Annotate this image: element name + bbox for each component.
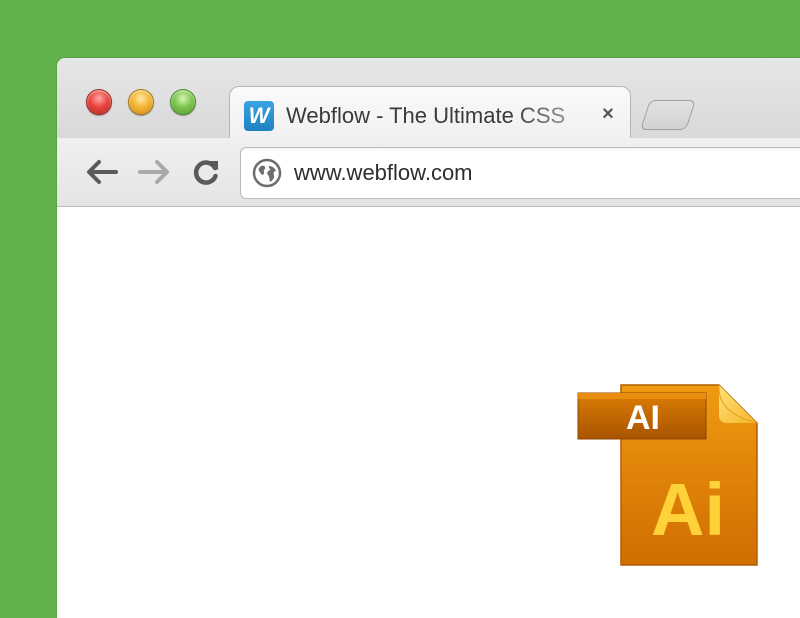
globe-icon [252,158,282,188]
tab-title: Webflow - The Ultimate CSS [286,103,566,128]
address-bar[interactable]: www.webflow.com [240,147,800,199]
arrow-right-icon [138,160,169,184]
tab-close-icon[interactable]: × [597,103,619,125]
url-text: www.webflow.com [294,160,473,185]
webflow-favicon-icon: W [244,101,274,131]
minimize-window-button[interactable] [128,89,154,115]
reload-icon [193,160,218,185]
close-window-button[interactable] [86,89,112,115]
forward-button[interactable] [135,156,171,188]
reload-button[interactable] [189,156,225,188]
zoom-window-button[interactable] [170,89,196,115]
tab-webflow[interactable]: W Webflow - The Ultimate CSS × [229,86,631,140]
illustrator-file-icon: AI Ai [577,384,758,566]
arrow-left-icon [87,160,118,184]
file-badge-label: AI [626,399,660,437]
back-button[interactable] [85,156,121,188]
file-large-label: Ai [651,468,725,551]
